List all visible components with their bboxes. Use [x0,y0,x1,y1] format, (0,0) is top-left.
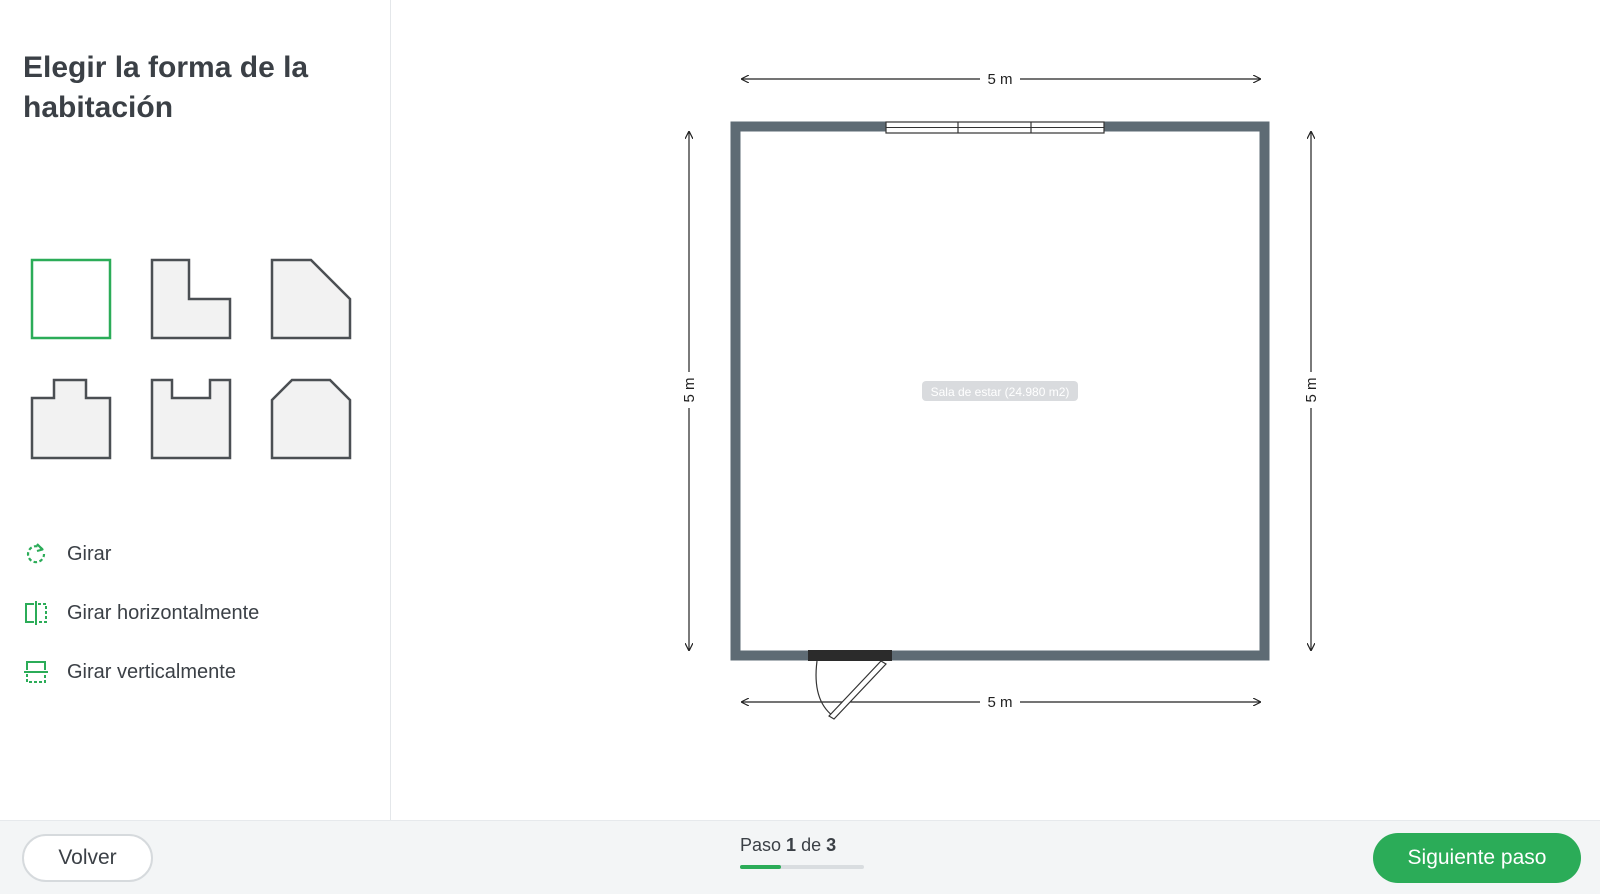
shape-option-u-shape[interactable] [150,378,234,462]
step-of: de [801,835,822,855]
back-button[interactable]: Volver [22,834,153,882]
dimension-top-label: 5 m [987,71,1012,88]
window[interactable] [885,121,1105,134]
u-shape-icon [150,378,232,460]
t-shape-icon [30,378,112,460]
rotate-label: Girar [67,542,112,565]
step-progress-fill [740,865,781,869]
flip-vertical-label: Girar verticalmente [67,660,236,683]
shape-option-pentagon[interactable] [270,378,354,462]
floor-plan: 5 m 5 m 5 m 5 m Sala de estar (24.980 m2… [681,71,1320,720]
door[interactable] [808,650,892,720]
cut-corner-shape-icon [270,258,352,340]
flip-horizontal-icon [23,600,49,626]
dimension-top: 5 m [742,71,1260,88]
step-progress-bar [740,865,864,869]
shape-option-t-shape[interactable] [30,378,114,462]
dimension-right: 5 m [1303,132,1320,650]
flip-vertical-icon [23,659,49,685]
room-label: Sala de estar (24.980 m2) [922,381,1078,401]
l-shape-icon [150,258,232,340]
floor-plan-canvas[interactable]: 5 m 5 m 5 m 5 m Sala de estar (24.980 m2… [392,0,1600,820]
step-indicator: Paso 1 de 3 [740,835,870,856]
flip-vertical-button[interactable]: Girar verticalmente [23,654,343,690]
footer-bar: Volver Paso 1 de 3 Siguiente paso [0,820,1600,894]
pentagon-shape-icon [270,378,352,460]
dimension-bottom-label: 5 m [987,694,1012,711]
step-current: 1 [786,835,797,855]
room-planner-app: Elegir la forma de la habitación Girar G… [0,0,1600,894]
dimension-left-label: 5 m [681,377,698,402]
shape-grid [30,258,360,464]
rotate-icon [23,541,49,567]
shape-option-cut-corner[interactable] [270,258,354,342]
rotate-button[interactable]: Girar [23,536,343,572]
next-step-button[interactable]: Siguiente paso [1373,833,1581,883]
square-shape-icon [30,258,112,340]
sidebar: Elegir la forma de la habitación Girar G… [0,0,391,820]
flip-horizontal-button[interactable]: Girar horizontalmente [23,595,343,631]
step-prefix: Paso [740,835,782,855]
shape-option-l-shape[interactable] [150,258,234,342]
page-title: Elegir la forma de la habitación [23,51,309,124]
dimension-right-label: 5 m [1303,377,1320,402]
step-total: 3 [826,835,837,855]
shape-option-square[interactable] [30,258,114,342]
flip-horizontal-label: Girar horizontalmente [67,601,260,624]
room-label-text: Sala de estar (24.980 m2) [931,385,1070,399]
dimension-left: 5 m [681,132,698,650]
